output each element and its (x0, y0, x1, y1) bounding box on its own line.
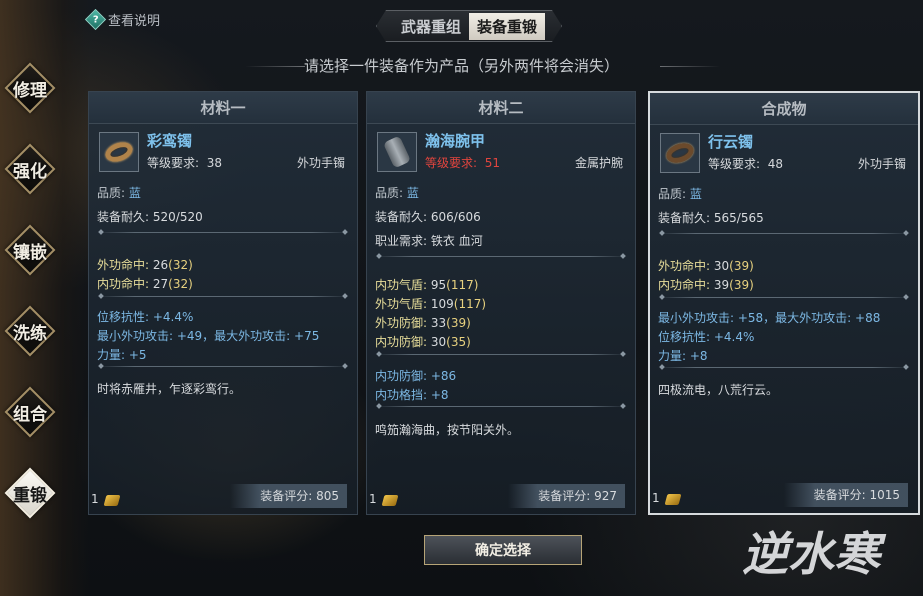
logo-text: 逆水寒 (742, 527, 887, 581)
nav-inlay[interactable]: 镶嵌 (4, 224, 56, 276)
bracelet-icon (99, 132, 139, 172)
nav-combine[interactable]: 组合 (4, 386, 56, 438)
quality-row: 品质: 蓝 (658, 187, 702, 201)
bonus-row: 位移抗性: +4.4% (97, 310, 194, 324)
nav-strengthen[interactable]: 强化 (4, 143, 56, 195)
durability-row: 装备耐久: 606/606 (375, 210, 481, 224)
nav-repair[interactable]: 修理 (4, 62, 56, 114)
stat-row: 内功命中: 27(32) (97, 277, 193, 291)
item-type: 金属护腕 (574, 156, 623, 170)
item-level: 等级要求: 38 (147, 156, 222, 170)
divider (375, 256, 627, 257)
divider (97, 232, 349, 233)
item-description: 时将赤雁井，乍逐彩鸾行。 (97, 382, 242, 396)
stat-row: 外功气盾: 109(117) (375, 297, 487, 311)
bonus-row: 最小外功攻击: +49，最大外功攻击: +75 (97, 329, 320, 343)
divider (375, 406, 627, 407)
material-two-card[interactable]: 材料二 瀚海腕甲 等级要求: 51 金属护腕 品质: 蓝 装备耐久: 606/6… (366, 91, 636, 515)
nav-label: 重锻 (13, 485, 47, 506)
class-requirement-row: 职业需求: 铁衣 血河 (375, 234, 483, 248)
product-card[interactable]: 合成物 行云镯 等级要求: 48 外功手镯 品质: 蓝 装备耐久: 565/56… (648, 91, 920, 515)
item-level: 等级要求: 51 (425, 156, 500, 170)
item-name: 行云镯 (708, 133, 754, 151)
nav-reforge[interactable]: 重锻 (4, 467, 56, 519)
quality-row: 品质: 蓝 (97, 186, 141, 200)
ticket-icon (381, 495, 399, 506)
nav-label: 组合 (13, 404, 47, 425)
divider (658, 297, 910, 298)
stat-row: 内功气盾: 95(117) (375, 278, 479, 292)
bonus-row: 内功防御: +86 (375, 369, 457, 383)
item-description: 鸣笳瀚海曲，按节阳关外。 (375, 423, 520, 437)
equipment-score: 装备评分: 1015 (783, 483, 908, 507)
divider (658, 367, 910, 368)
bonus-row: 内功格挡: +8 (375, 388, 449, 402)
item-level: 等级要求: 48 (708, 157, 783, 171)
bonus-row: 力量: +8 (658, 349, 708, 363)
item-name: 彩鸾镯 (147, 132, 193, 150)
divider (658, 233, 910, 234)
card-header: 材料一 (89, 92, 357, 124)
bonus-row: 力量: +5 (97, 348, 147, 362)
help-label: 查看说明 (108, 14, 161, 29)
item-count: 1 (91, 492, 99, 506)
bracer-icon (377, 132, 417, 172)
nav-label: 镶嵌 (13, 242, 47, 263)
item-count: 1 (369, 492, 377, 506)
stat-row: 外功命中: 26(32) (97, 258, 193, 272)
subtitle-divider-right (660, 66, 720, 67)
ticket-icon (103, 495, 121, 506)
material-one-card[interactable]: 材料一 彩鸾镯 等级要求: 38 外功手镯 品质: 蓝 装备耐久: 520/52… (88, 91, 358, 515)
subtitle: 请选择一件装备作为产品（另外两件将会消失） (303, 57, 619, 75)
item-count: 1 (652, 491, 660, 505)
stat-row: 内功命中: 39(39) (658, 278, 754, 292)
bonus-row: 位移抗性: +4.4% (658, 330, 755, 344)
tab-weapon-regroup[interactable]: 武器重组 (393, 13, 469, 40)
equipment-score: 装备评分: 927 (508, 484, 625, 508)
item-type: 外功手镯 (857, 157, 906, 171)
durability-row: 装备耐久: 520/520 (97, 210, 203, 224)
item-type: 外功手镯 (296, 156, 345, 170)
card-header: 材料二 (367, 92, 635, 124)
card-header: 合成物 (650, 93, 918, 125)
bracelet-icon (660, 133, 700, 173)
stat-row: 外功命中: 30(39) (658, 259, 754, 273)
item-name: 瀚海腕甲 (425, 132, 486, 150)
confirm-selection-button[interactable]: 确定选择 (424, 535, 582, 565)
divider (97, 296, 349, 297)
mode-tabs: 武器重组 装备重锻 (376, 10, 562, 42)
ticket-icon (664, 494, 682, 505)
stat-row: 外功防御: 33(39) (375, 316, 471, 330)
divider (97, 366, 349, 367)
nav-label: 修理 (13, 80, 47, 101)
item-description: 四极流电，八荒行云。 (658, 383, 779, 397)
divider (375, 354, 627, 355)
tab-equipment-reforge[interactable]: 装备重锻 (469, 12, 546, 40)
help-link[interactable]: ? 查看说明 (84, 8, 161, 31)
nav-refine[interactable]: 洗练 (4, 305, 56, 357)
nav-label: 洗练 (13, 323, 47, 344)
game-logo: 逆水寒 (742, 527, 887, 581)
help-diamond-icon: ? (84, 8, 107, 31)
durability-row: 装备耐久: 565/565 (658, 211, 764, 225)
equipment-score: 装备评分: 805 (230, 484, 347, 508)
quality-row: 品质: 蓝 (375, 186, 419, 200)
stat-row: 内功防御: 30(35) (375, 335, 471, 349)
nav-label: 强化 (13, 161, 47, 182)
bonus-row: 最小外功攻击: +58，最大外功攻击: +88 (658, 311, 881, 325)
